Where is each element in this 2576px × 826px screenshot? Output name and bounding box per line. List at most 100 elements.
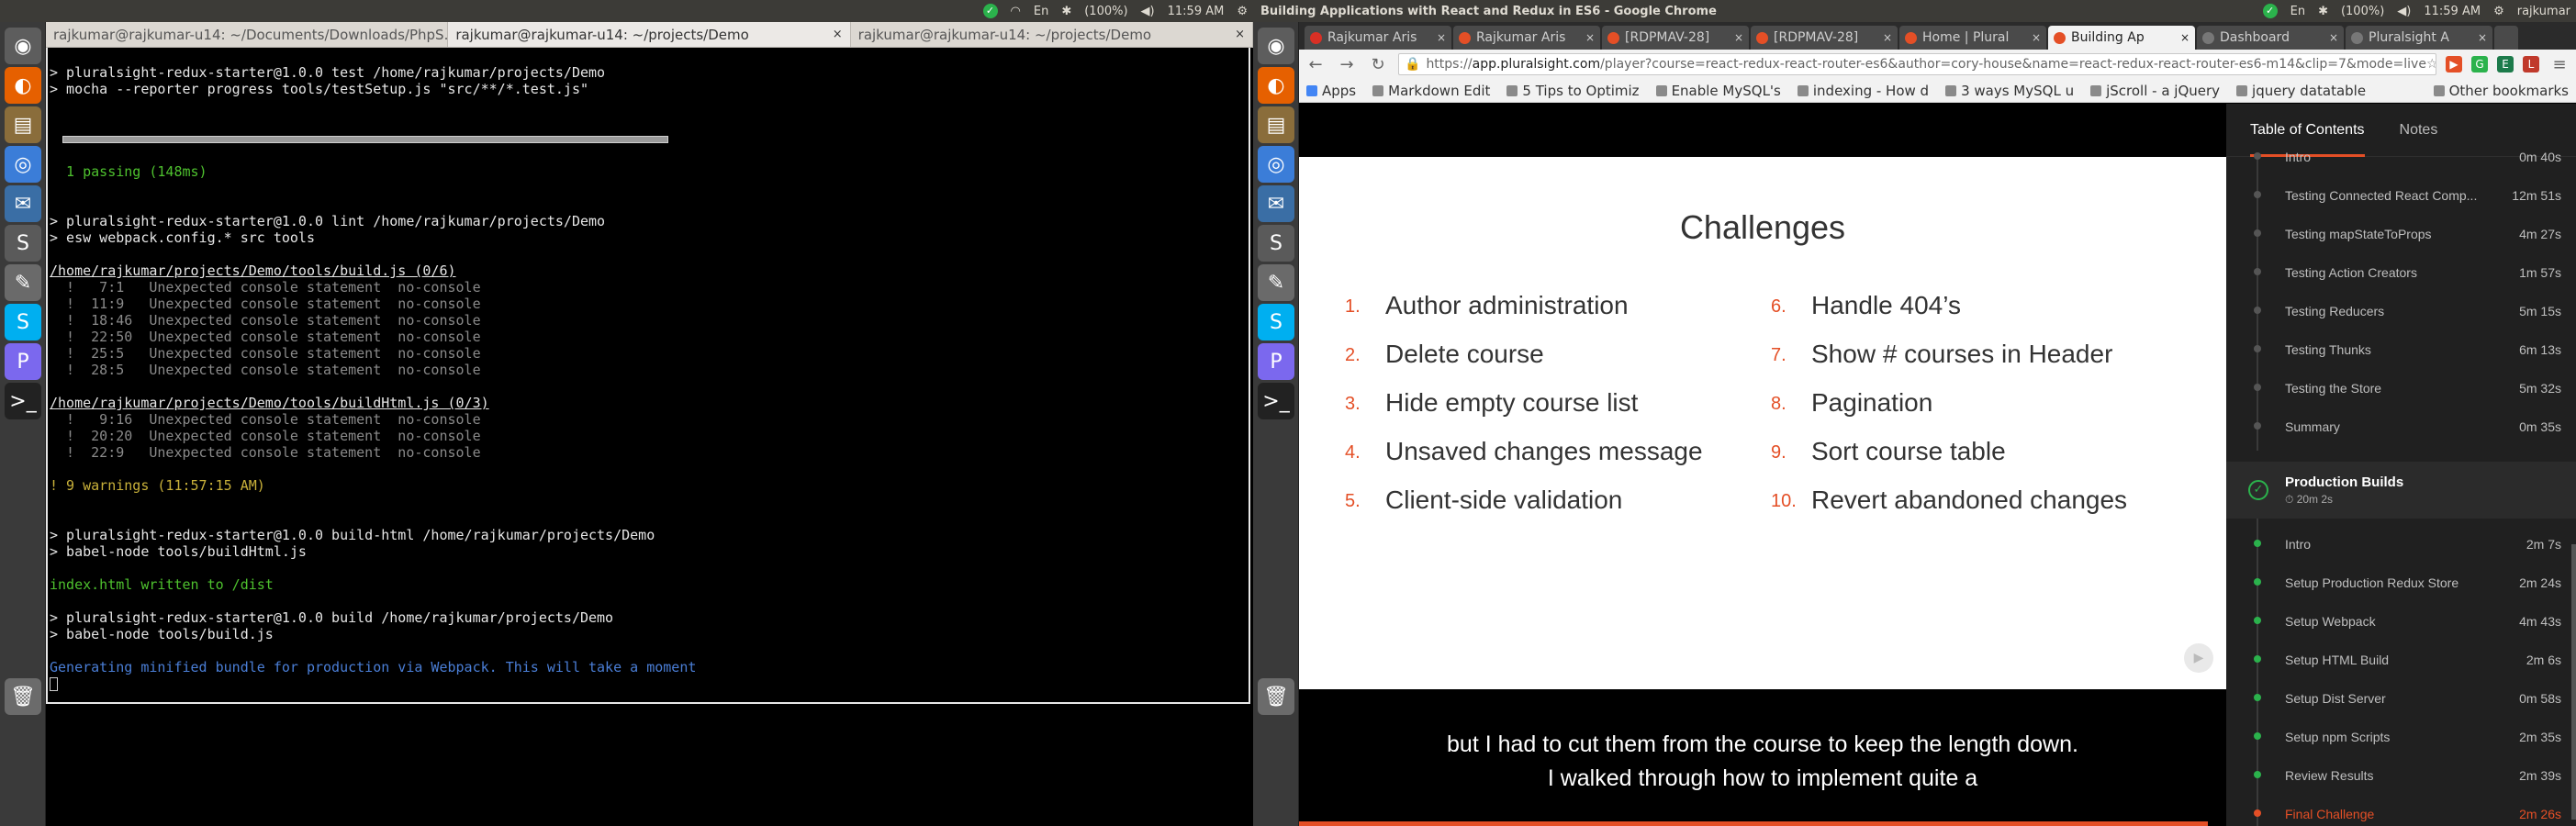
terminal-output[interactable]: > pluralsight-redux-starter@1.0.0 test /… [46,48,1250,704]
play-icon[interactable]: ▶ [2184,643,2213,673]
video-progress-bar[interactable] [1299,821,2208,826]
terminal-icon[interactable]: >_ [1258,383,1294,419]
firefox-icon[interactable]: ◐ [5,67,41,104]
phpstorm-icon[interactable]: P [5,343,41,380]
skype-icon[interactable]: S [1258,304,1294,340]
update-icon[interactable]: ✓ [2262,4,2278,18]
dash-icon[interactable]: ◉ [5,28,41,64]
browser-tab[interactable]: [RDPMAV-28] × [1602,26,1749,50]
bluetooth-icon[interactable]: ✱ [1061,5,1071,18]
text-editor-icon[interactable]: ✎ [5,264,41,301]
terminal-icon[interactable]: >_ [5,383,41,419]
back-icon[interactable]: ← [1305,55,1327,74]
chrome-icon[interactable]: ◎ [1258,146,1294,183]
browser-tab[interactable]: Rajkumar Aris × [1453,26,1600,50]
sublime-icon[interactable]: S [5,225,41,262]
sublime-icon[interactable]: S [1258,225,1294,262]
skype-icon[interactable]: S [5,304,41,340]
other-bookmarks[interactable]: Other bookmarks [2433,83,2569,99]
toc-clip-row[interactable]: Testing Reducers 5m 15s [2226,291,2576,329]
volume-icon[interactable]: ◀) [1141,5,1155,18]
bookmark-item[interactable]: Apps [1306,83,1356,99]
update-icon[interactable]: ✓ [982,4,998,18]
browser-tab[interactable]: Pluralsight A × [2346,26,2492,50]
close-icon[interactable]: × [2329,31,2338,44]
browser-tab[interactable]: [RDPMAV-28] × [1751,26,1898,50]
close-icon[interactable]: × [1437,31,1446,44]
new-tab-button[interactable] [2494,26,2518,50]
toc-clip-row[interactable]: Final Challenge 2m 26s [2226,794,2576,826]
toc-clip-row[interactable]: Testing Action Creators 1m 57s [2226,252,2576,291]
files-icon[interactable]: ▤ [5,106,41,143]
extension-evernote-icon[interactable]: E [2497,56,2514,73]
terminal-tab[interactable]: rajkumar@rajkumar-u14: ~/projects/Demo × [851,22,1253,47]
address-bar[interactable]: 🔒 https://app.pluralsight.com/player?cou… [1398,53,2436,75]
keyboard-icon[interactable]: En [2290,5,2305,18]
trash-icon[interactable]: 🗑 [5,678,41,715]
phpstorm-icon[interactable]: P [1258,343,1294,380]
bluetooth-icon[interactable]: ✱ [2318,5,2328,18]
files-icon[interactable]: ▤ [1258,106,1294,143]
toc-clip-row[interactable]: Testing Thunks 6m 13s [2226,329,2576,368]
thunderbird-icon[interactable]: ✉ [1258,185,1294,222]
close-icon[interactable]: × [1734,31,1743,44]
bookmark-item[interactable]: indexing - How d [1797,83,1929,99]
battery-indicator[interactable]: (100%) [1084,5,1127,18]
settings-icon[interactable]: ⚙ [2493,5,2504,18]
battery-indicator[interactable]: (100%) [2341,5,2384,18]
toc-clip-row[interactable]: Setup npm Scripts 2m 35s [2226,717,2576,755]
bookmark-star-icon[interactable]: ☆ [2426,57,2436,72]
user-name[interactable]: rajkumar [2517,5,2570,18]
toc-clip-row[interactable]: Setup Dist Server 0m 58s [2226,678,2576,717]
bookmark-item[interactable]: jScroll - a jQuery [2090,83,2220,99]
firefox-icon[interactable]: ◐ [1258,67,1294,104]
toc-clip-row[interactable]: Summary 0m 35s [2226,407,2576,445]
thunderbird-icon[interactable]: ✉ [5,185,41,222]
toc-clip-row[interactable]: Testing Connected React Comp... 12m 51s [2226,175,2576,214]
video-slide[interactable]: Challenges ▶ 1. Author administration 2. De… [1299,157,2226,689]
extension-grammarly-icon[interactable]: G [2471,56,2488,73]
close-icon[interactable]: × [2032,31,2041,44]
browser-tab[interactable]: Rajkumar Aris × [1305,26,1451,50]
toc-clip-row[interactable]: Setup Webpack 4m 43s [2226,601,2576,640]
terminal-tab[interactable]: rajkumar@rajkumar-u14: ~/Documents/Downl… [46,22,449,47]
extension-lastpass-icon[interactable]: L [2523,56,2539,73]
toc-clip-row[interactable]: Testing mapStateToProps 4m 27s [2226,214,2576,252]
forward-icon[interactable]: → [1336,55,1358,74]
close-icon[interactable]: × [2478,31,2487,44]
volume-icon[interactable]: ◀) [2397,5,2411,18]
close-icon[interactable]: × [1883,31,1892,44]
bookmark-item[interactable]: Enable MySQL's [1655,83,1781,99]
text-editor-icon[interactable]: ✎ [1258,264,1294,301]
bookmark-item[interactable]: 5 Tips to Optimiz [1506,83,1640,99]
settings-icon[interactable]: ⚙ [1237,5,1248,18]
close-icon[interactable]: × [833,28,843,41]
extension-pluralsight-icon[interactable]: ▶ [2446,56,2462,73]
bookmark-item[interactable]: Markdown Edit [1372,83,1490,99]
terminal-tab[interactable]: rajkumar@rajkumar-u14: ~/projects/Demo × [448,22,851,47]
toc-clip-row[interactable]: Testing the Store 5m 32s [2226,368,2576,407]
module-production-builds[interactable]: ✓ Production Builds ⏱ 20m 2s [2226,462,2576,519]
dash-icon[interactable]: ◉ [1258,28,1294,64]
close-icon[interactable]: × [1235,28,1245,41]
browser-tab[interactable]: Building Ap × [2048,26,2195,50]
toc-clip-row[interactable]: Intro 0m 40s [2226,137,2576,175]
toc-clip-row[interactable]: Setup Production Redux Store 2m 24s [2226,563,2576,601]
close-icon[interactable]: × [1585,31,1595,44]
keyboard-icon[interactable]: En [1034,5,1048,18]
reload-icon[interactable]: ↻ [1367,55,1389,74]
bookmark-item[interactable]: jquery datatable [2236,83,2366,99]
browser-tab[interactable]: Home | Plural × [1899,26,2046,50]
close-icon[interactable]: × [2180,31,2190,44]
toc-scrollbar[interactable] [2571,544,2576,820]
wifi-icon[interactable]: ◠ [1011,5,1021,18]
bookmark-item[interactable]: 3 ways MySQL u [1945,83,2074,99]
clock[interactable]: 11:59 AM [2424,5,2481,18]
toc-clip-row[interactable]: Setup HTML Build 2m 6s [2226,640,2576,678]
toc-clip-row[interactable]: Intro 2m 7s [2226,524,2576,563]
menu-icon[interactable]: ≡ [2548,55,2570,74]
toc-clip-row[interactable]: Review Results 2m 39s [2226,755,2576,794]
trash-icon[interactable]: 🗑 [1258,678,1294,715]
chrome-icon[interactable]: ◎ [5,146,41,183]
clock[interactable]: 11:59 AM [1168,5,1225,18]
